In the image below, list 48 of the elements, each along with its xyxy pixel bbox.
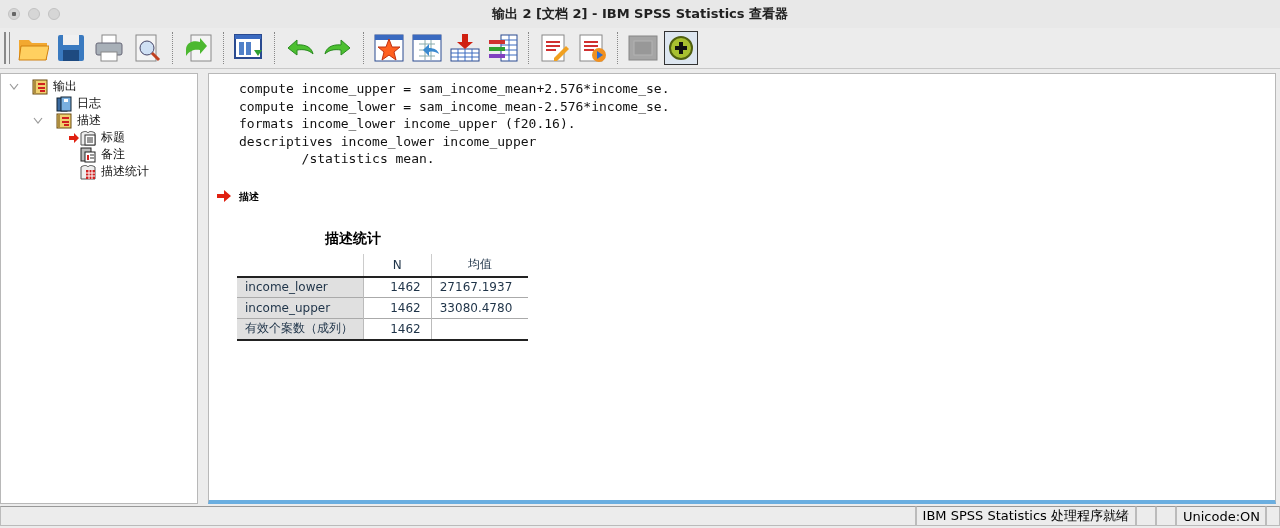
document-play-icon bbox=[576, 32, 608, 64]
syntax-line: compute income_upper = sam_income_mean+2.576*income_se. bbox=[239, 80, 671, 98]
encoding-status: Unicode:ON bbox=[1176, 506, 1266, 526]
title-page-icon bbox=[80, 129, 96, 146]
tree-item[interactable]: 日志 bbox=[77, 95, 101, 112]
status-panel bbox=[1266, 506, 1280, 526]
printer-icon bbox=[93, 32, 125, 64]
blank-frame-icon bbox=[627, 32, 659, 64]
toolbar-button[interactable] bbox=[664, 31, 698, 65]
window-title: 输出 2 [文档 2] - IBM SPSS Statistics 查看器 bbox=[490, 5, 790, 23]
toolbar-grip[interactable] bbox=[4, 32, 10, 64]
document-pencil-icon bbox=[538, 32, 570, 64]
status-panel bbox=[1156, 506, 1176, 526]
syntax-line: /statistics mean. bbox=[300, 150, 436, 168]
toolbar-button[interactable] bbox=[486, 31, 520, 65]
row-header: 有效个案数（成列） bbox=[237, 318, 364, 340]
table-page-icon bbox=[80, 163, 96, 180]
table-cell: 27167.1937 bbox=[431, 276, 528, 298]
status-panel bbox=[1136, 506, 1156, 526]
tree-item[interactable]: 标题 bbox=[101, 129, 125, 146]
row-header: income_upper bbox=[237, 297, 364, 319]
column-header: 均值 bbox=[431, 253, 528, 277]
note-page-icon bbox=[80, 146, 96, 163]
table-cell: 33080.4780 bbox=[431, 297, 528, 319]
tree-item[interactable]: 描述统计 bbox=[101, 163, 149, 180]
column-header: N bbox=[363, 253, 432, 277]
tree-item[interactable]: 备注 bbox=[101, 146, 125, 163]
collapse-chevron-icon[interactable] bbox=[9, 82, 19, 91]
table-cell: 1462 bbox=[363, 276, 432, 298]
table-down-arrow-icon bbox=[449, 32, 481, 64]
tree-item[interactable]: 描述 bbox=[77, 112, 101, 129]
variable-bars-icon bbox=[487, 32, 519, 64]
syntax-line: formats income_lower income_upper (f20.16). bbox=[239, 115, 577, 133]
section-heading: 描述 bbox=[239, 189, 259, 204]
close-button[interactable] bbox=[8, 8, 20, 20]
book-icon bbox=[56, 112, 72, 129]
status-message: IBM SPSS Statistics 处理程序就绪 bbox=[915, 506, 1136, 526]
log-book-icon bbox=[56, 95, 72, 112]
star-table-icon bbox=[373, 32, 405, 64]
syntax-line: descriptives income_lower income_upper bbox=[239, 132, 538, 150]
table-title: 描述统计 bbox=[323, 229, 382, 248]
tree-item[interactable]: 输出 bbox=[53, 78, 77, 95]
table-cell: 1462 bbox=[363, 318, 432, 340]
book-icon bbox=[32, 78, 48, 95]
collapse-chevron-icon[interactable] bbox=[33, 116, 43, 125]
row-header: income_lower bbox=[237, 276, 364, 298]
table-cell: 1462 bbox=[363, 297, 432, 319]
syntax-line: compute income_lower = sam_income_mean-2.576*income_se. bbox=[239, 97, 671, 115]
